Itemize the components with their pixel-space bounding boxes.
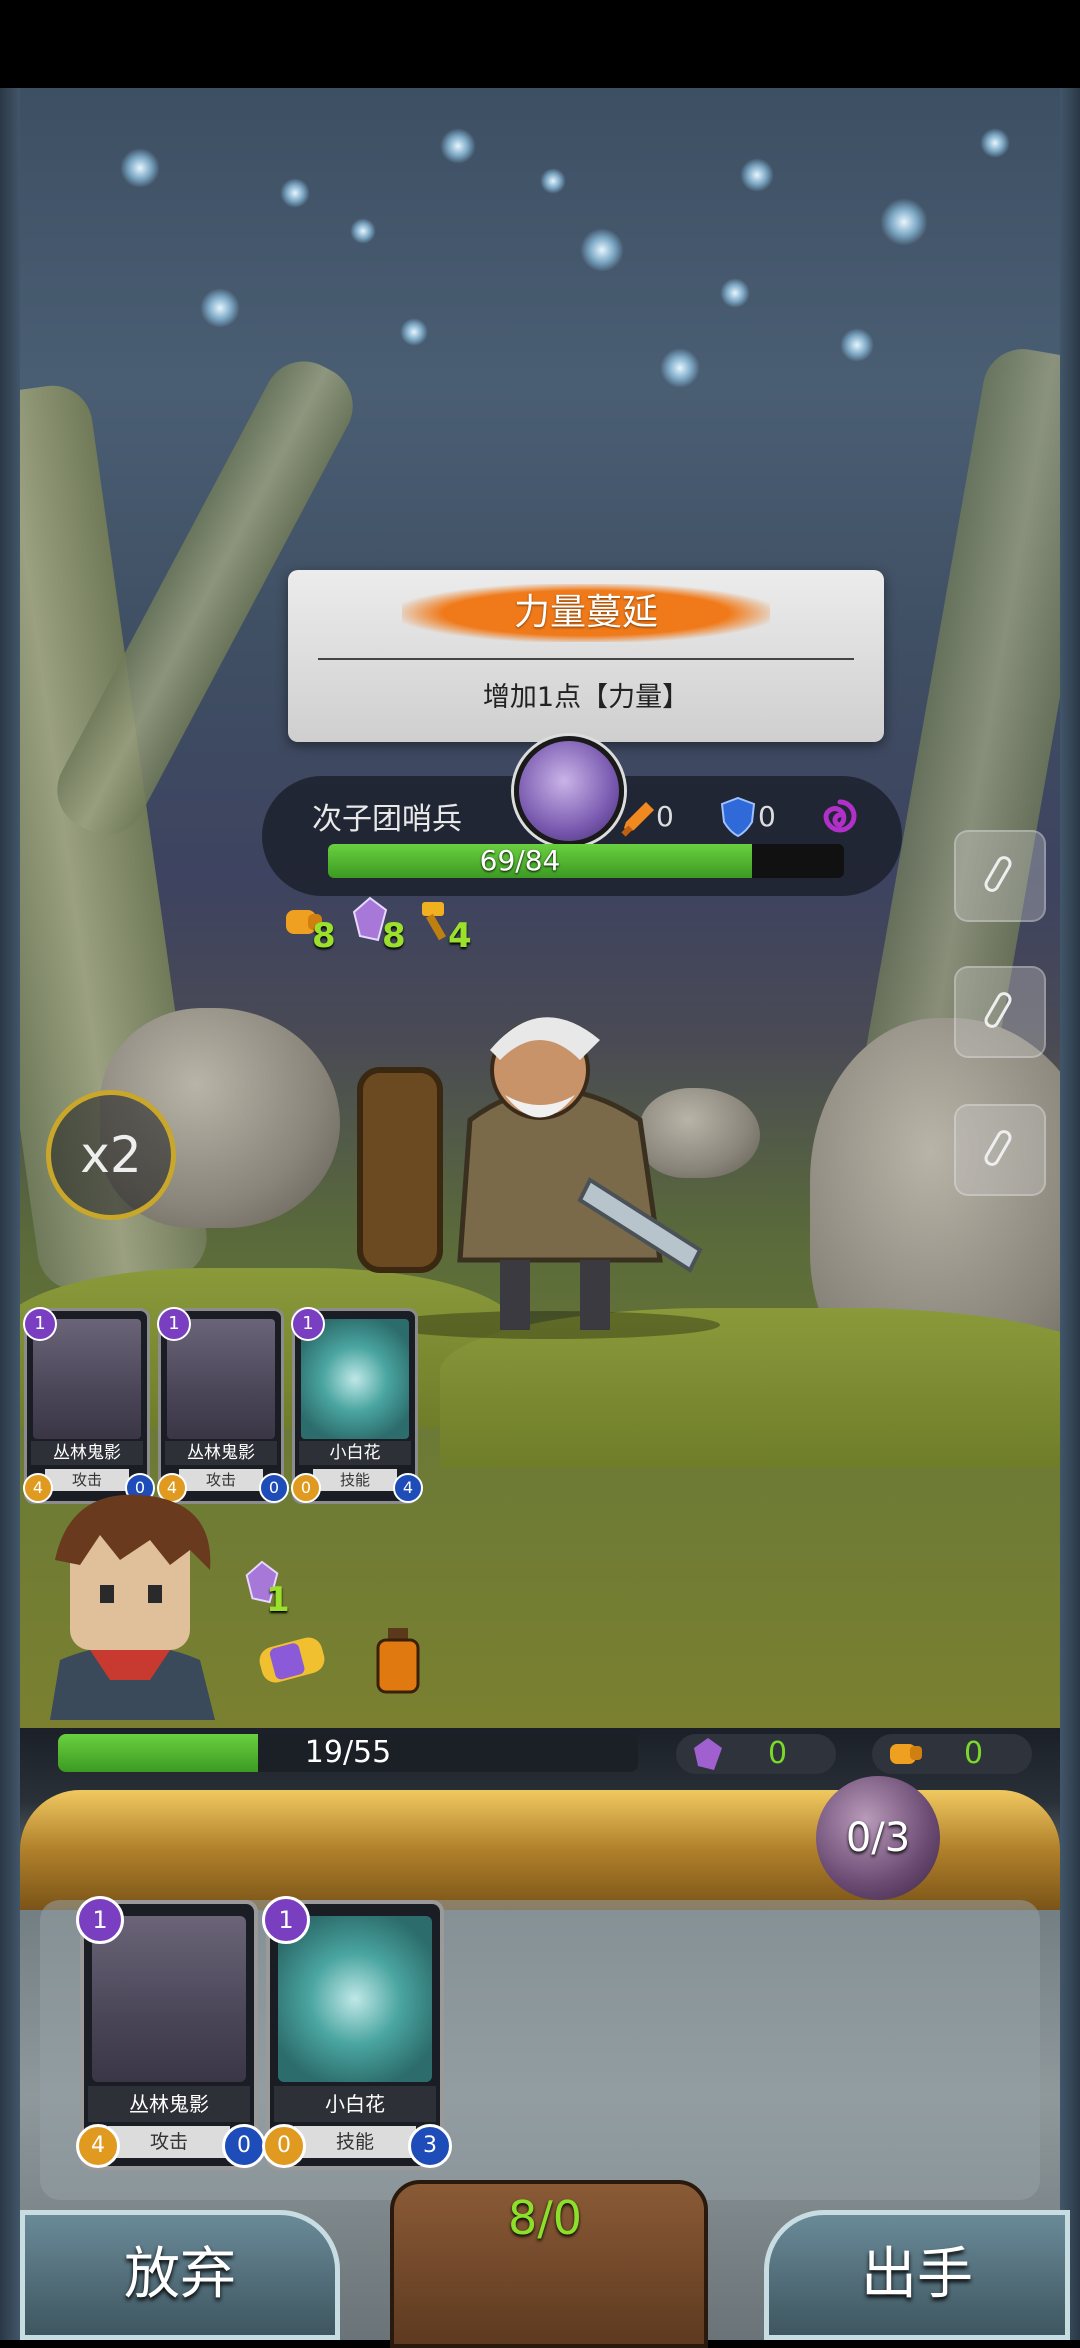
effect-title: 力量蔓延 (513, 592, 658, 633)
enemy-defense-value: 0 (758, 800, 776, 833)
status-bar (0, 0, 1080, 88)
card-type: 攻击 (108, 2126, 230, 2158)
crystal-stat: 0 (676, 1734, 836, 1774)
fist-stat-value: 0 (964, 1736, 984, 1771)
card-name: 丛林鬼影 (88, 2086, 250, 2122)
enemy-buff-hammer: 4 (448, 916, 472, 956)
hero-buff-value: 1 (266, 1580, 290, 1620)
card-art (278, 1916, 432, 2082)
pile-card[interactable]: 丛林鬼影 攻击 1 4 0 (23, 1307, 155, 1504)
card-art (92, 1916, 246, 2082)
enemy-sprite[interactable] (340, 1000, 760, 1340)
enemy-buff-crystal: 8 (382, 916, 406, 956)
card-name: 小白花 (274, 2086, 436, 2122)
card-right-badge: 0 (259, 1473, 289, 1503)
left-frame (0, 88, 20, 2340)
card-name: 小白花 (299, 1441, 411, 1465)
enemy-hp-bar: 69/84 (328, 844, 844, 878)
card-type: 技能 (294, 2126, 416, 2158)
deck-count: 8/0 (507, 2191, 583, 2245)
card-cost: 1 (262, 1896, 310, 1944)
hero-hp-bar: 19/55 (58, 1734, 638, 1772)
card-right-badge: 0 (222, 2124, 266, 2168)
card-cost: 1 (157, 1307, 191, 1341)
hand-card[interactable]: 小白花 技能 1 0 3 (262, 1896, 452, 2170)
potion-icon (984, 856, 1012, 892)
card-type: 技能 (313, 1469, 397, 1491)
hero-portrait[interactable] (30, 1490, 230, 1720)
card-name: 丛林鬼影 (165, 1441, 277, 1465)
fist-stat: 0 (872, 1734, 1032, 1774)
potion-icon (984, 1130, 1012, 1166)
card-left-badge: 4 (76, 2124, 120, 2168)
hero-hp-text: 19/55 (304, 1735, 392, 1770)
give-up-button[interactable]: 放弃 (20, 2210, 340, 2340)
divider (318, 658, 854, 660)
energy-text: 0/3 (845, 1815, 911, 1861)
hand-card[interactable]: 丛林鬼影 攻击 1 4 0 (76, 1896, 266, 2170)
shield-icon (720, 796, 756, 838)
pile-card[interactable]: 丛林鬼影 攻击 1 4 0 (157, 1307, 289, 1504)
crystal-stat-value: 0 (768, 1736, 788, 1771)
potion-icon (984, 992, 1012, 1028)
potion-bottle-icon[interactable] (370, 1624, 426, 1696)
card-cost: 1 (291, 1307, 325, 1341)
card-type: 攻击 (45, 1469, 129, 1491)
bandage-icon[interactable] (252, 1628, 332, 1692)
card-left-badge: 0 (262, 2124, 306, 2168)
card-name: 丛林鬼影 (31, 1441, 143, 1465)
speed-toggle-button[interactable]: x2 (46, 1090, 176, 1220)
swirl-intent-icon[interactable] (820, 796, 860, 836)
card-left-badge: 0 (291, 1473, 321, 1503)
card-right-badge: 3 (408, 2124, 452, 2168)
enemy-attack-value: 0 (656, 800, 674, 833)
card-right-badge: 4 (393, 1473, 423, 1503)
enemy-buff-strength: 8 (312, 916, 336, 956)
enemy-hp-text: 69/84 (479, 844, 561, 877)
effect-description: 增加1点【力量】 (482, 682, 690, 713)
card-cost: 1 (23, 1307, 57, 1341)
enemy-name: 次子团哨兵 (312, 802, 462, 837)
card-type: 攻击 (179, 1469, 263, 1491)
crystal-icon (694, 1738, 722, 1770)
card-effect-popup: 力量蔓延 增加1点【力量】 (288, 570, 884, 742)
card-cost: 1 (76, 1896, 124, 1944)
sword-icon (621, 802, 654, 837)
pile-card[interactable]: 小白花 技能 1 0 4 (291, 1307, 423, 1504)
play-button[interactable]: 出手 (764, 2210, 1070, 2340)
right-frame (1060, 88, 1080, 2340)
enemy-portrait[interactable] (514, 736, 624, 846)
fist-icon (890, 1744, 922, 1764)
